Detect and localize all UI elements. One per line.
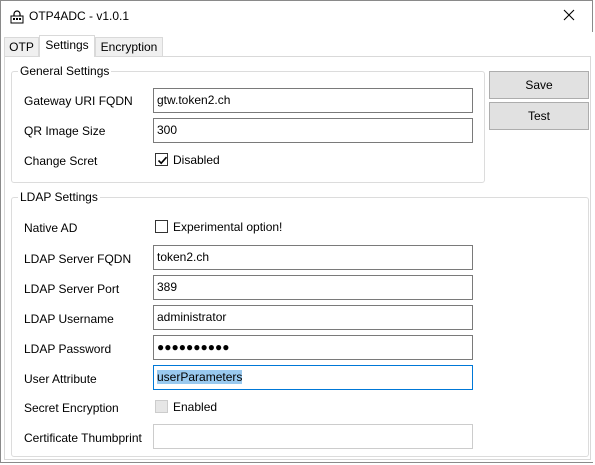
thumbprint-label: Certificate Thumbprint	[24, 431, 142, 445]
change-secret-label: Change Scret	[24, 154, 98, 168]
native-ad-checkbox-label[interactable]: Experimental option!	[173, 220, 282, 234]
app-window: OTP4ADC - v1.0.1 OTP Settings Encryption…	[0, 0, 593, 463]
qr-size-field[interactable]: 300	[153, 118, 473, 143]
native-ad-checkbox[interactable]	[155, 220, 168, 233]
general-settings-title: General Settings	[18, 64, 112, 78]
ldap-server-field[interactable]: token2.ch	[153, 245, 473, 270]
gateway-field[interactable]: gtw.token2.ch	[153, 88, 473, 113]
checkmark-icon	[157, 156, 168, 165]
settings-panel: General Settings Gateway URI FQDN gtw.to…	[4, 56, 591, 460]
user-attribute-selected-text: userParameters	[157, 370, 243, 384]
general-settings-group: General Settings Gateway URI FQDN gtw.to…	[11, 64, 485, 183]
user-attribute-label: User Attribute	[24, 372, 97, 386]
secret-encryption-label: Secret Encryption	[24, 401, 119, 415]
title-bar: OTP4ADC - v1.0.1	[1, 1, 592, 32]
ldap-settings-title: LDAP Settings	[18, 190, 100, 204]
ldap-settings-group: LDAP Settings Native AD Experimental opt…	[11, 190, 589, 457]
ldap-username-field[interactable]: administrator	[153, 305, 473, 330]
close-button[interactable]	[546, 1, 592, 32]
ldap-port-label: LDAP Server Port	[24, 282, 120, 296]
tab-otp[interactable]: OTP	[4, 37, 39, 56]
qr-size-label: QR Image Size	[24, 124, 106, 138]
gateway-label: Gateway URI FQDN	[24, 94, 133, 108]
save-button[interactable]: Save	[489, 71, 589, 99]
secret-encryption-checkbox[interactable]	[155, 400, 168, 413]
tab-encryption[interactable]: Encryption	[95, 37, 163, 56]
thumbprint-field[interactable]	[153, 424, 473, 449]
ldap-port-field[interactable]: 389	[153, 275, 473, 300]
change-secret-checkbox[interactable]	[155, 153, 168, 166]
secret-encryption-checkbox-label[interactable]: Enabled	[173, 400, 217, 414]
native-ad-label: Native AD	[24, 221, 78, 235]
close-icon	[563, 9, 575, 24]
ldap-username-label: LDAP Username	[24, 312, 114, 326]
window-title: OTP4ADC - v1.0.1	[29, 9, 130, 23]
ldap-password-field[interactable]: ●●●●●●●●●●	[153, 335, 473, 360]
ldap-server-label: LDAP Server FQDN	[24, 252, 132, 266]
app-icon	[10, 10, 24, 24]
change-secret-checkbox-label[interactable]: Disabled	[173, 153, 220, 167]
user-attribute-field[interactable]: userParameters	[153, 365, 473, 390]
client-area: OTP Settings Encryption General Settings…	[2, 32, 593, 462]
test-button[interactable]: Test	[489, 102, 589, 130]
tab-settings[interactable]: Settings	[39, 35, 95, 57]
ldap-password-label: LDAP Password	[24, 342, 112, 356]
